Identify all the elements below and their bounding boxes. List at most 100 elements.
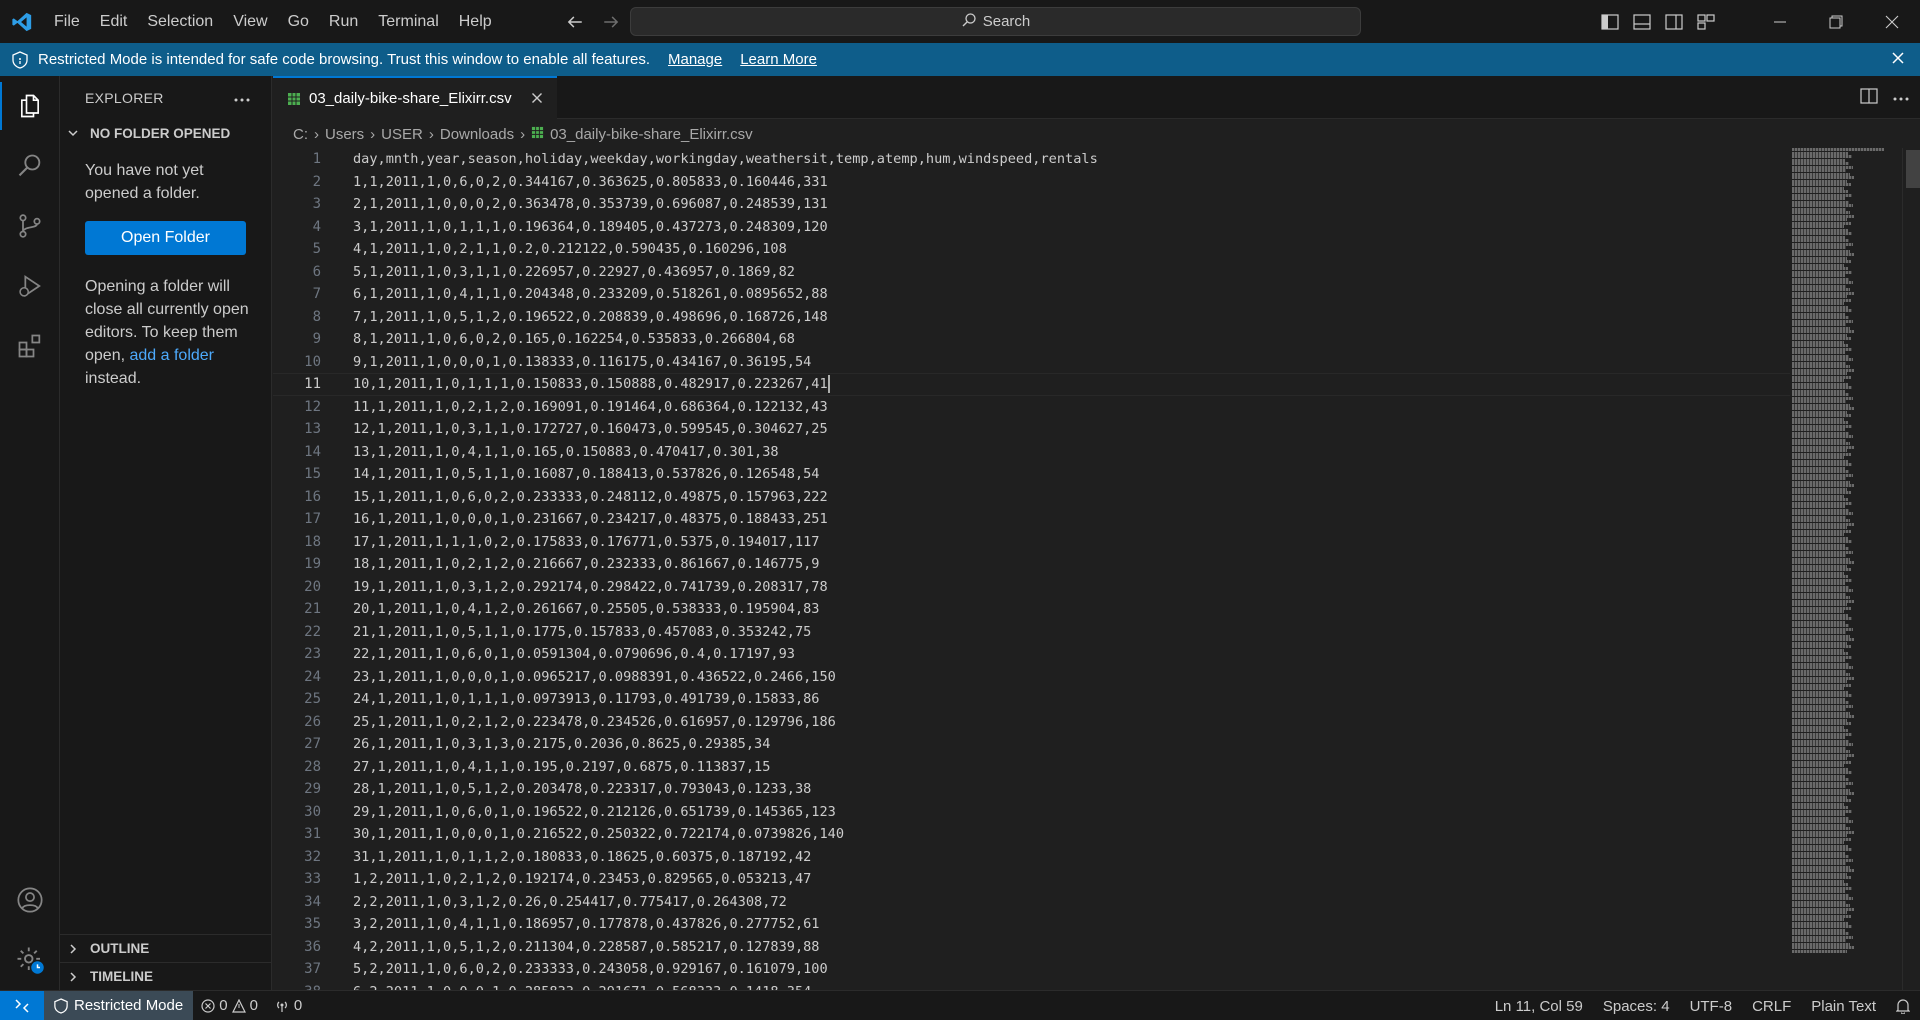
- code-line[interactable]: 9 8,1,2011,1,0,6,0,2,0.165,0.162254,0.535…: [273, 328, 1793, 351]
- search-activity-icon[interactable]: [0, 136, 60, 196]
- remote-icon[interactable]: [0, 990, 44, 1020]
- menu-help[interactable]: Help: [449, 0, 502, 43]
- line-text: 14,1,2011,1,0,5,1,1,0.16087,0.188413,0.5…: [353, 466, 820, 483]
- restricted-mode-banner: Restricted Mode is intended for safe cod…: [0, 43, 1920, 76]
- tab-csv-file[interactable]: 03_daily-bike-share_Elixirr.csv: [273, 76, 557, 119]
- code-line[interactable]: 386,2,2011,1,0,0,0,1,0.285833,0.291671,0…: [273, 981, 1793, 990]
- breadcrumb-downloads[interactable]: Downloads: [440, 126, 514, 143]
- code-line[interactable]: 23 22,1,2011,1,0,6,0,1,0.0591304,0.079069…: [273, 643, 1793, 666]
- accounts-icon[interactable]: [0, 870, 60, 930]
- breadcrumb-user[interactable]: USER: [381, 126, 423, 143]
- forward-arrow-icon[interactable]: [598, 9, 624, 35]
- code-line[interactable]: 10 9,1,2011,1,0,0,0,1,0.138333,0.116175,0…: [273, 351, 1793, 374]
- toggle-secondary-sidebar-icon[interactable]: [1658, 0, 1690, 43]
- menu-selection[interactable]: Selection: [137, 0, 223, 43]
- code-line[interactable]: 37 5,2,2011,1,0,6,0,2,0.233333,0.243058,0…: [273, 958, 1793, 981]
- problems-status[interactable]: 0 0: [193, 997, 266, 1014]
- code-line[interactable]: 19 18,1,2011,1,0,2,1,2,0.216667,0.232333,…: [273, 553, 1793, 576]
- indentation-status[interactable]: Spaces: 4: [1593, 998, 1680, 1015]
- outline-section-header[interactable]: OUTLINE: [60, 934, 271, 962]
- command-search-box[interactable]: Search: [630, 7, 1361, 36]
- code-line[interactable]: 6 5,1,2011,1,0,3,1,1,0.226957,0.22927,0.4…: [273, 261, 1793, 284]
- close-tab-icon[interactable]: [529, 90, 545, 110]
- cursor-position[interactable]: Ln 11, Col 59: [1485, 998, 1593, 1015]
- extensions-icon[interactable]: [0, 316, 60, 376]
- menu-file[interactable]: File: [44, 0, 90, 43]
- customize-layout-icon[interactable]: [1690, 0, 1722, 43]
- open-folder-button[interactable]: Open Folder: [85, 221, 246, 255]
- minimap[interactable]: [1790, 148, 1900, 990]
- code-line[interactable]: 13 12,1,2011,1,0,3,1,1,0.172727,0.160473,…: [273, 418, 1793, 441]
- code-line[interactable]: 20 19,1,2011,1,0,3,1,2,0.292174,0.298422,…: [273, 576, 1793, 599]
- menu-view[interactable]: View: [223, 0, 277, 43]
- manage-gear-icon[interactable]: [0, 930, 60, 990]
- code-line[interactable]: 25 24,1,2011,1,0,1,1,1,0.0973913,0.11793,…: [273, 688, 1793, 711]
- chevron-right-icon: ›: [520, 125, 526, 143]
- code-line[interactable]: 3 2,1,2011,1,0,0,0,2,0.363478,0.353739,0.…: [273, 193, 1793, 216]
- code-line[interactable]: 14 13,1,2011,1,0,4,1,1,0.165,0.150883,0.4…: [273, 441, 1793, 464]
- breadcrumb-users[interactable]: Users: [325, 126, 364, 143]
- encoding-status[interactable]: UTF-8: [1680, 998, 1743, 1015]
- no-folder-section-header[interactable]: NO FOLDER OPENED: [60, 119, 271, 147]
- code-editor[interactable]: 1 day,mnth,year,season,holiday,weekday,wo…: [273, 148, 1793, 990]
- code-line[interactable]: 33 1,2,2011,1,0,2,1,2,0.192174,0.23453,0.…: [273, 868, 1793, 891]
- timeline-section-header[interactable]: TIMELINE: [60, 962, 271, 990]
- code-line[interactable]: 2 1,1,2011,1,0,6,0,2,0.344167,0.363625,0.…: [273, 171, 1793, 194]
- code-line[interactable]: 27 26,1,2011,1,0,3,1,3,0.2175,0.2036,0.86…: [273, 733, 1793, 756]
- ports-status[interactable]: 0: [266, 997, 310, 1014]
- code-line[interactable]: 1 day,mnth,year,season,holiday,weekday,wo…: [273, 148, 1793, 171]
- code-line[interactable]: 15 14,1,2011,1,0,5,1,1,0.16087,0.188413,0…: [273, 463, 1793, 486]
- code-line[interactable]: 17 16,1,2011,1,0,0,0,1,0.231667,0.234217,…: [273, 508, 1793, 531]
- add-folder-link[interactable]: add a folder: [129, 347, 214, 364]
- restricted-mode-status[interactable]: Restricted Mode: [44, 990, 194, 1020]
- line-text: 27,1,2011,1,0,4,1,1,0.195,0.2197,0.6875,…: [353, 758, 771, 775]
- code-line[interactable]: 22 21,1,2011,1,0,5,1,1,0.1775,0.157833,0.…: [273, 621, 1793, 644]
- restore-icon[interactable]: [1808, 0, 1864, 43]
- scrollbar-thumb[interactable]: [1906, 150, 1920, 188]
- code-line[interactable]: 18 17,1,2011,1,1,1,0,2,0.175833,0.176771,…: [273, 531, 1793, 554]
- toggle-panel-icon[interactable]: [1626, 0, 1658, 43]
- breadcrumb-file[interactable]: 03_daily-bike-share_Elixirr.csv: [531, 126, 753, 143]
- code-line[interactable]: 28 27,1,2011,1,0,4,1,1,0.195,0.2197,0.687…: [273, 756, 1793, 779]
- code-line[interactable]: 21 20,1,2011,1,0,4,1,2,0.261667,0.25505,0…: [273, 598, 1793, 621]
- menu-terminal[interactable]: Terminal: [368, 0, 448, 43]
- menu-run[interactable]: Run: [319, 0, 368, 43]
- close-window-icon[interactable]: [1864, 0, 1920, 43]
- code-line[interactable]: 29 28,1,2011,1,0,5,1,2,0.203478,0.223317,…: [273, 778, 1793, 801]
- more-actions-icon[interactable]: [233, 90, 251, 106]
- code-line[interactable]: 32 31,1,2011,1,0,1,1,2,0.180833,0.18625,0…: [273, 846, 1793, 869]
- code-line[interactable]: 24 23,1,2011,1,0,0,0,1,0.0965217,0.098839…: [273, 666, 1793, 689]
- code-line[interactable]: 16 15,1,2011,1,0,6,0,2,0.233333,0.248112,…: [273, 486, 1793, 509]
- code-line[interactable]: 4 3,1,2011,1,0,1,1,1,0.196364,0.189405,0.…: [273, 216, 1793, 239]
- code-line[interactable]: 11 10,1,2011,1,0,1,1,1,0.150833,0.150888,…: [273, 373, 1793, 396]
- source-control-icon[interactable]: [0, 196, 60, 256]
- manage-link[interactable]: Manage: [668, 51, 722, 68]
- code-line[interactable]: 7 6,1,2011,1,0,4,1,1,0.204348,0.233209,0.…: [273, 283, 1793, 306]
- code-line[interactable]: 35 3,2,2011,1,0,4,1,1,0.186957,0.177878,0…: [273, 913, 1793, 936]
- line-number: 31: [304, 826, 321, 843]
- menu-go[interactable]: Go: [278, 0, 319, 43]
- learn-more-link[interactable]: Learn More: [740, 51, 817, 68]
- code-line[interactable]: 12 11,1,2011,1,0,2,1,2,0.169091,0.191464,…: [273, 396, 1793, 419]
- code-line[interactable]: 26 25,1,2011,1,0,2,1,2,0.223478,0.234526,…: [273, 711, 1793, 734]
- explorer-icon[interactable]: [0, 76, 60, 136]
- language-mode[interactable]: Plain Text: [1801, 998, 1886, 1015]
- more-actions-icon[interactable]: [1892, 89, 1910, 106]
- vertical-scrollbar[interactable]: [1902, 148, 1920, 990]
- code-line[interactable]: 8 7,1,2011,1,0,5,1,2,0.196522,0.208839,0.…: [273, 306, 1793, 329]
- minimize-icon[interactable]: [1752, 0, 1808, 43]
- toggle-primary-sidebar-icon[interactable]: [1594, 0, 1626, 43]
- back-arrow-icon[interactable]: [562, 9, 588, 35]
- eol-status[interactable]: CRLF: [1742, 998, 1801, 1015]
- code-line[interactable]: 30 29,1,2011,1,0,6,0,1,0.196522,0.212126,…: [273, 801, 1793, 824]
- run-and-debug-icon[interactable]: [0, 256, 60, 316]
- code-line[interactable]: 36 4,2,2011,1,0,5,1,2,0.211304,0.228587,0…: [273, 936, 1793, 959]
- code-line[interactable]: 34 2,2,2011,1,0,3,1,2,0.26,0.254417,0.775…: [273, 891, 1793, 914]
- close-banner-icon[interactable]: [1890, 50, 1906, 70]
- code-line[interactable]: 31 30,1,2011,1,0,0,0,1,0.216522,0.250322,…: [273, 823, 1793, 846]
- menu-edit[interactable]: Edit: [90, 0, 138, 43]
- code-line[interactable]: 5 4,1,2011,1,0,2,1,1,0.2,0.212122,0.59043…: [273, 238, 1793, 261]
- notifications-bell-icon[interactable]: [1886, 998, 1920, 1014]
- split-editor-icon[interactable]: [1860, 87, 1878, 108]
- breadcrumb-drive[interactable]: C:: [293, 126, 308, 143]
